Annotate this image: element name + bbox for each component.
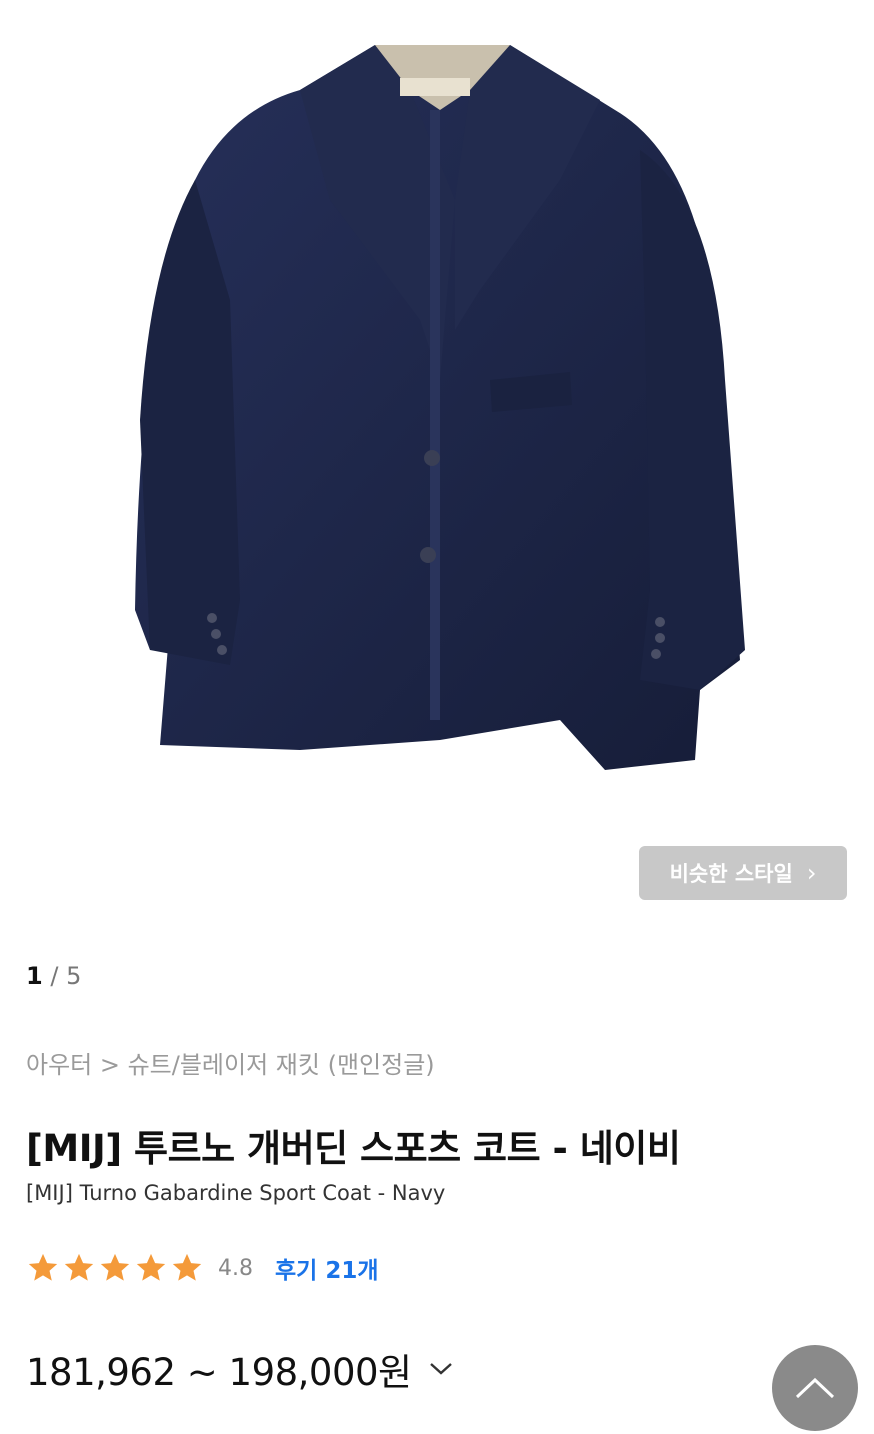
category-breadcrumb[interactable]: 아우터 > 슈트/블레이저 재킷 (맨인정글) xyxy=(26,1045,435,1080)
rating-stars xyxy=(26,1251,204,1285)
coat-illustration xyxy=(135,45,745,770)
product-image[interactable]: 비슷한 스타일 › xyxy=(0,0,874,940)
chevron-up-icon xyxy=(795,1377,835,1399)
reviews-link[interactable]: 후기 21개 xyxy=(275,1251,379,1285)
rating-value: 4.8 xyxy=(218,1255,253,1281)
image-pager: 1 / 5 xyxy=(26,962,81,990)
star-icon xyxy=(136,1253,166,1281)
product-title-korean: [MIJ] 투르노 개버딘 스포츠 코트 - 네이비 xyxy=(26,1127,681,1170)
pager-current: 1 xyxy=(26,962,43,990)
similar-style-button[interactable]: 비슷한 스타일 › xyxy=(639,846,847,900)
price-range: 181,962 ~ 198,000원 xyxy=(26,1351,412,1394)
pager-separator: / xyxy=(50,962,59,990)
star-icon xyxy=(100,1253,130,1281)
chevron-down-icon[interactable] xyxy=(428,1361,454,1377)
star-icon xyxy=(64,1253,94,1281)
chevron-right-icon: › xyxy=(806,859,817,887)
star-icon xyxy=(172,1253,202,1281)
product-title-english: [MIJ] Turno Gabardine Sport Coat - Navy xyxy=(26,1181,446,1205)
star-icon xyxy=(28,1253,58,1281)
pager-total: 5 xyxy=(66,962,82,990)
rating-row: 4.8 후기 21개 xyxy=(26,1250,379,1286)
price-row[interactable]: 181,962 ~ 198,000원 xyxy=(26,1342,454,1396)
similar-style-label: 비슷한 스타일 xyxy=(669,862,793,886)
scroll-to-top-button[interactable] xyxy=(772,1345,858,1431)
